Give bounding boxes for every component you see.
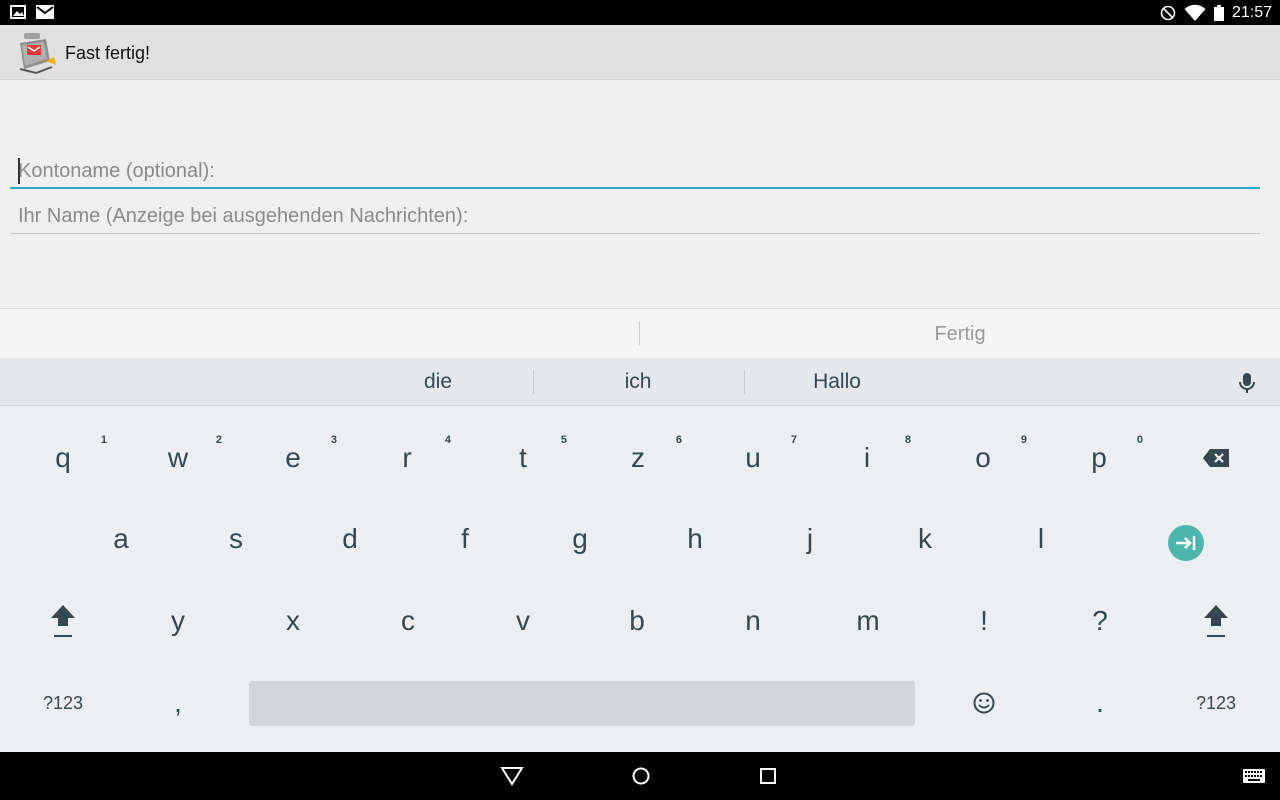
text-cursor — [18, 158, 20, 184]
emoji-icon — [973, 692, 995, 714]
key-g[interactable]: g — [522, 499, 638, 579]
your-name-field-container — [10, 200, 1260, 234]
account-name-field-container — [10, 155, 1260, 189]
key-p[interactable]: p0 — [1041, 418, 1157, 498]
key-x[interactable]: x — [235, 581, 351, 661]
key-r[interactable]: r4 — [349, 418, 465, 498]
key-w[interactable]: w2 — [120, 418, 236, 498]
key-c[interactable]: c — [350, 581, 466, 661]
key-v[interactable]: v — [465, 581, 581, 661]
shift-key-left[interactable] — [5, 581, 121, 661]
done-button[interactable]: Fertig — [640, 309, 1280, 359]
key-q[interactable]: q1 — [5, 418, 121, 498]
ime-action-bar: Fertig — [0, 308, 1280, 358]
key-e[interactable]: e3 — [235, 418, 351, 498]
backspace-icon — [1203, 449, 1229, 467]
emoji-key[interactable] — [926, 663, 1042, 743]
key-a[interactable]: a — [63, 499, 179, 579]
back-icon[interactable] — [500, 764, 524, 788]
tab-next-icon — [1168, 525, 1204, 561]
key-y[interactable]: y — [120, 581, 236, 661]
key-z[interactable]: z6 — [580, 418, 696, 498]
clock: 21:57 — [1231, 3, 1272, 21]
account-name-input[interactable] — [10, 155, 1260, 187]
symbols-key-left[interactable]: ?123 — [5, 663, 121, 743]
shift-icon — [1204, 605, 1228, 637]
navigation-bar — [0, 752, 1280, 800]
suggestion-3[interactable]: Hallo — [742, 358, 932, 406]
shift-key-right[interactable] — [1158, 581, 1274, 661]
image-notification-icon — [10, 5, 26, 19]
action-bar: Fast fertig! — [0, 25, 1280, 80]
key-j[interactable]: j — [752, 499, 868, 579]
do-not-disturb-icon — [1160, 5, 1176, 20]
key-question[interactable]: ? — [1042, 581, 1158, 661]
key-u[interactable]: u7 — [695, 418, 811, 498]
key-s[interactable]: s — [178, 499, 294, 579]
key-o[interactable]: o9 — [925, 418, 1041, 498]
key-b[interactable]: b — [579, 581, 695, 661]
account-setup-form — [0, 80, 1280, 308]
key-d[interactable]: d — [292, 499, 408, 579]
space-bar[interactable] — [249, 681, 915, 726]
microphone-icon[interactable] — [1236, 371, 1258, 395]
wifi-icon — [1184, 4, 1206, 21]
key-t[interactable]: t5 — [465, 418, 581, 498]
your-name-input[interactable] — [10, 200, 1260, 233]
symbols-key-right[interactable]: ?123 — [1158, 663, 1274, 743]
app-title: Fast fertig! — [65, 43, 151, 63]
next-field-key[interactable] — [1128, 503, 1244, 583]
backspace-key[interactable] — [1158, 418, 1274, 498]
status-bar: 21:57 — [0, 0, 1280, 25]
mail-notification-icon — [36, 5, 54, 19]
key-l[interactable]: l — [983, 499, 1099, 579]
suggestion-strip: die ich Hallo — [0, 358, 1280, 406]
suggestion-2[interactable]: ich — [543, 358, 733, 406]
battery-icon — [1213, 4, 1224, 21]
key-f[interactable]: f — [407, 499, 523, 579]
key-k[interactable]: k — [867, 499, 983, 579]
key-comma[interactable]: , — [120, 663, 236, 743]
key-n[interactable]: n — [695, 581, 811, 661]
key-period[interactable]: . — [1042, 663, 1158, 743]
suggestion-1[interactable]: die — [343, 358, 533, 406]
shift-icon — [51, 605, 75, 637]
key-m[interactable]: m — [810, 581, 926, 661]
suggestion-divider — [533, 370, 534, 394]
soft-keyboard: die ich Hallo q1 w2 e3 r4 t5 z6 u7 i8 o9… — [0, 358, 1280, 752]
home-icon[interactable] — [629, 764, 653, 788]
app-logo-icon — [19, 33, 56, 75]
key-exclamation[interactable]: ! — [926, 581, 1042, 661]
key-h[interactable]: h — [637, 499, 753, 579]
key-i[interactable]: i8 — [809, 418, 925, 498]
recents-icon[interactable] — [756, 764, 780, 788]
keyboard-switch-icon[interactable] — [1242, 764, 1266, 788]
